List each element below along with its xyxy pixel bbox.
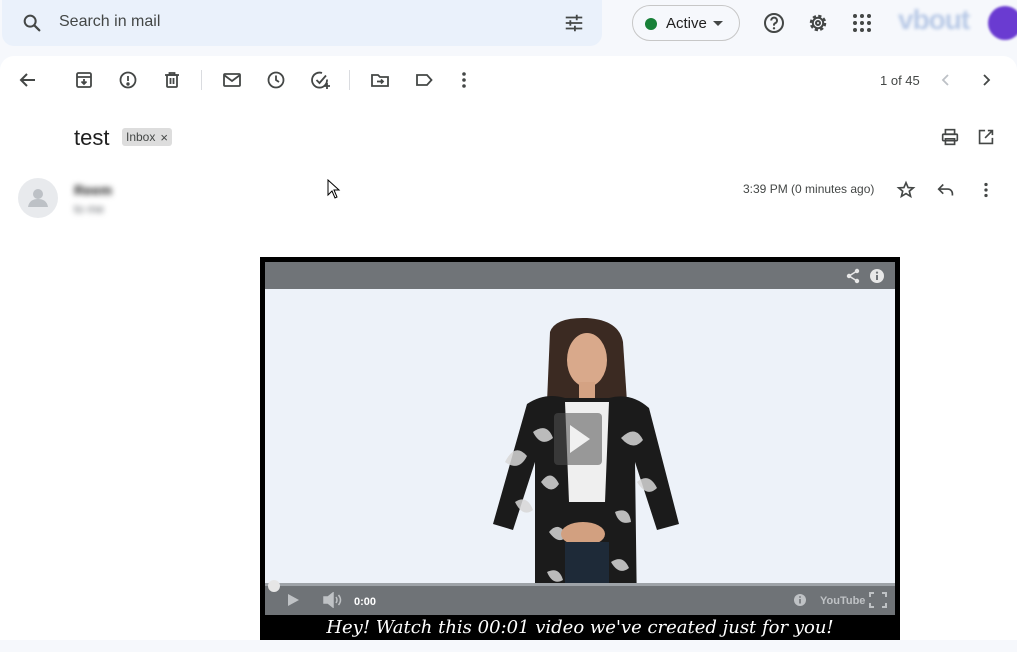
more-vert-icon[interactable]	[975, 179, 997, 201]
delete-icon[interactable]	[160, 68, 184, 92]
print-icon[interactable]	[939, 126, 961, 148]
help-icon[interactable]	[762, 11, 786, 35]
volume-icon[interactable]	[322, 591, 344, 613]
pager-text: 1 of 45	[880, 73, 920, 88]
video-screen[interactable]: 0:00 YouTube	[265, 262, 895, 615]
toolbar-divider	[349, 70, 350, 90]
chevron-down-icon	[713, 21, 723, 26]
settings-icon[interactable]	[806, 11, 830, 35]
chevron-left-icon[interactable]	[934, 68, 958, 92]
recipient-line[interactable]: to me	[74, 202, 104, 216]
play-overlay-button[interactable]	[554, 413, 602, 465]
label-icon[interactable]	[412, 68, 436, 92]
mouse-cursor	[327, 179, 341, 199]
status-dot	[645, 18, 657, 30]
label-chip-inbox[interactable]: Inbox ×	[122, 128, 172, 146]
toolbar-divider	[201, 70, 202, 90]
search-icon[interactable]	[21, 12, 43, 34]
search-bar[interactable]: Search in mail	[2, 0, 602, 46]
status-label: Active	[666, 15, 707, 32]
video-scrubber-handle[interactable]	[268, 580, 280, 592]
move-to-icon[interactable]	[368, 68, 392, 92]
youtube-logo[interactable]: YouTube	[820, 595, 865, 607]
fullscreen-icon[interactable]	[869, 592, 887, 613]
sender-name[interactable]: Reem	[74, 182, 112, 198]
video-info-icon[interactable]	[793, 593, 807, 612]
label-chip-text: Inbox	[126, 130, 156, 144]
more-vert-icon[interactable]	[452, 68, 476, 92]
star-icon[interactable]	[895, 179, 917, 201]
email-subject: test	[74, 125, 110, 150]
snooze-icon[interactable]	[264, 68, 288, 92]
add-to-tasks-icon[interactable]	[308, 68, 332, 92]
mark-unread-icon[interactable]	[220, 68, 244, 92]
reply-icon[interactable]	[935, 179, 957, 201]
search-input[interactable]: Search in mail	[59, 13, 160, 31]
archive-icon[interactable]	[72, 68, 96, 92]
search-options-icon[interactable]	[563, 12, 585, 34]
top-bar: Search in mail Active vbout	[0, 0, 1017, 56]
video-progress-bar[interactable]	[265, 583, 895, 586]
back-icon[interactable]	[16, 68, 40, 92]
play-icon[interactable]	[285, 592, 301, 613]
video-caption: Hey! Watch this 00:01 video we've create…	[326, 617, 834, 638]
chevron-right-icon[interactable]	[974, 68, 998, 92]
email-timestamp: 3:39 PM (0 minutes ago)	[743, 182, 875, 196]
organization-logo: vbout	[898, 4, 970, 35]
account-avatar[interactable]	[988, 6, 1017, 40]
report-spam-icon[interactable]	[116, 68, 140, 92]
video-current-time: 0:00	[354, 596, 377, 608]
sender-avatar	[18, 178, 58, 218]
message-panel: 1 of 45 test Inbox × Reem to me 3:39 PM …	[0, 56, 1017, 640]
close-icon[interactable]: ×	[160, 130, 168, 145]
open-in-new-window-icon[interactable]	[975, 126, 997, 148]
apps-icon[interactable]	[850, 11, 874, 35]
status-dropdown[interactable]: Active	[632, 5, 740, 41]
video-player[interactable]: 0:00 YouTube Hey! Watch this 00:01 video…	[260, 257, 900, 640]
